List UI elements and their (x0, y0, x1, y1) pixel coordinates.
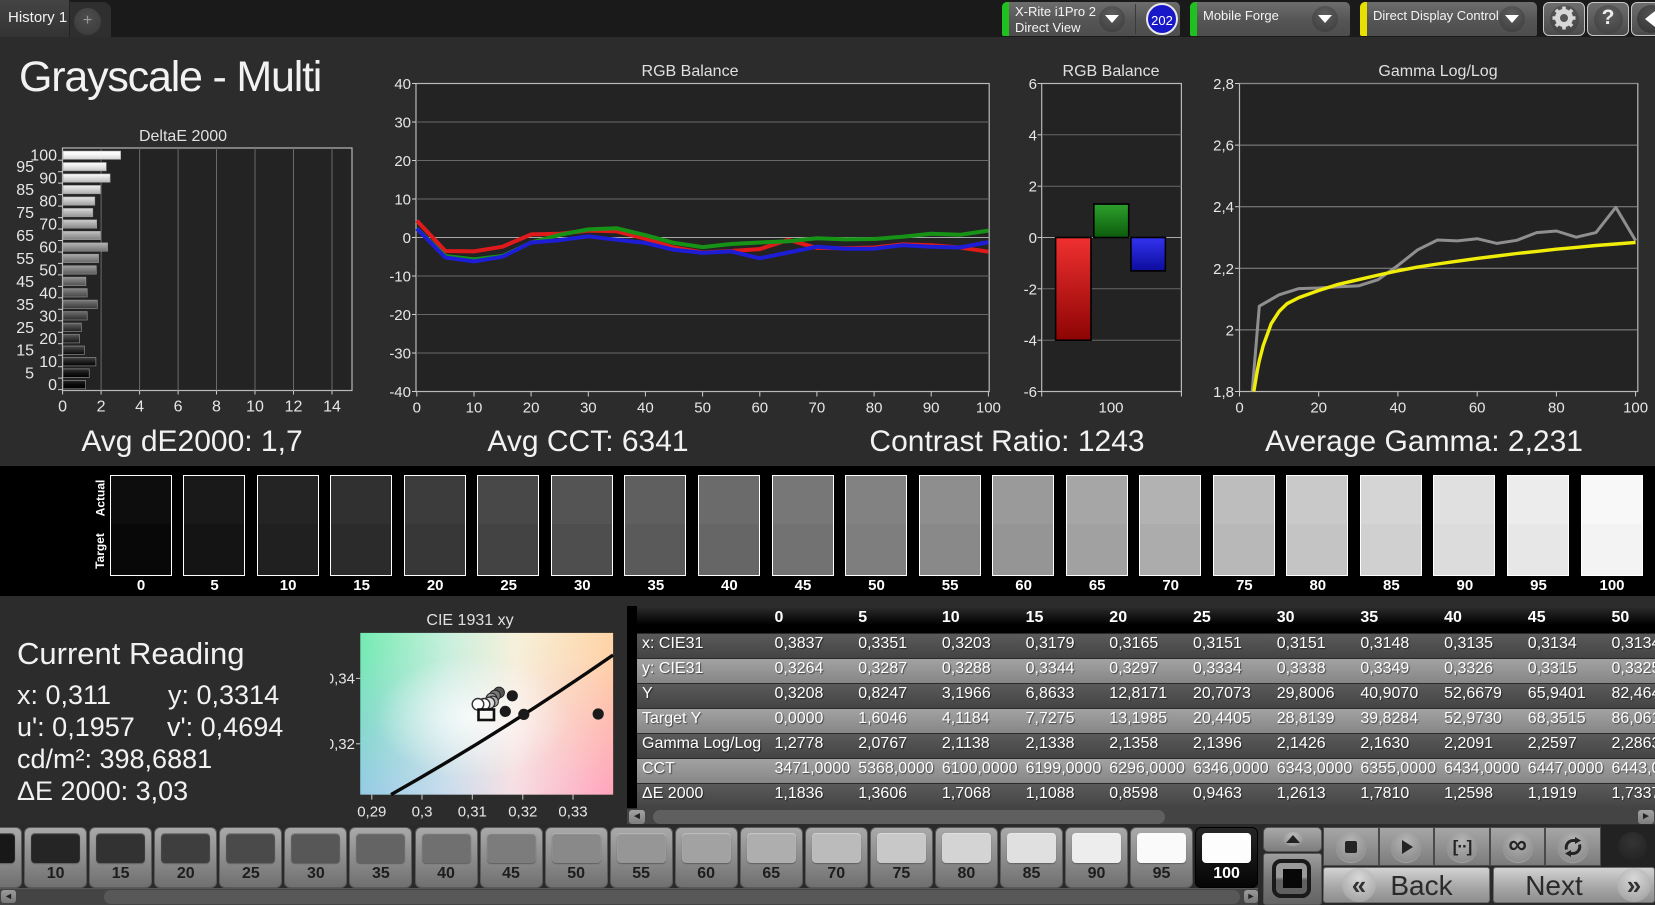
svg-text:10: 10 (394, 192, 411, 209)
svg-text:0: 0 (58, 399, 67, 416)
svg-text:60: 60 (751, 400, 768, 417)
svg-text:10: 10 (39, 354, 57, 371)
svg-text:-10: -10 (389, 269, 411, 286)
svg-text:80: 80 (39, 194, 57, 211)
svg-text:40: 40 (394, 76, 411, 93)
svg-text:20: 20 (39, 331, 57, 348)
svg-text:0,33: 0,33 (558, 804, 587, 821)
svg-text:70: 70 (809, 400, 826, 417)
svg-text:20: 20 (523, 400, 540, 417)
svg-text:40: 40 (1390, 400, 1407, 417)
svg-text:0,3: 0,3 (412, 804, 433, 821)
svg-text:2,8: 2,8 (1213, 76, 1234, 93)
svg-text:50: 50 (694, 400, 711, 417)
svg-text:6: 6 (174, 399, 183, 416)
svg-text:5: 5 (25, 366, 34, 383)
svg-text:4: 4 (135, 399, 144, 416)
svg-text:12: 12 (285, 399, 303, 416)
svg-text:30: 30 (394, 115, 411, 132)
svg-text:-40: -40 (389, 384, 411, 401)
svg-text:10: 10 (466, 400, 483, 417)
svg-text:60: 60 (1469, 400, 1486, 417)
svg-text:2: 2 (1029, 179, 1037, 196)
svg-text:DeltaE 2000: DeltaE 2000 (139, 128, 227, 145)
svg-text:90: 90 (39, 171, 57, 188)
svg-text:6: 6 (1029, 76, 1037, 93)
svg-text:0,29: 0,29 (357, 804, 386, 821)
svg-text:100: 100 (30, 148, 57, 165)
svg-text:CIE 1931 xy: CIE 1931 xy (426, 612, 513, 629)
svg-text:65: 65 (16, 228, 34, 245)
svg-text:RGB Balance: RGB Balance (1063, 63, 1160, 80)
svg-text:80: 80 (866, 400, 883, 417)
svg-text:2: 2 (1226, 322, 1234, 339)
svg-text:0: 0 (413, 400, 421, 417)
svg-text:2,4: 2,4 (1213, 199, 1234, 216)
svg-text:14: 14 (323, 399, 341, 416)
svg-text:0: 0 (1235, 400, 1243, 417)
svg-text:-20: -20 (389, 307, 411, 324)
svg-text:35: 35 (16, 297, 34, 314)
svg-text:100: 100 (1623, 400, 1648, 417)
svg-text:60: 60 (39, 240, 57, 257)
svg-text:RGB Balance: RGB Balance (642, 63, 739, 80)
svg-text:70: 70 (39, 217, 57, 234)
svg-text:90: 90 (923, 400, 940, 417)
svg-text:-2: -2 (1024, 281, 1037, 298)
svg-text:Gamma Log/Log: Gamma Log/Log (1378, 63, 1497, 80)
svg-text:2,2: 2,2 (1213, 261, 1234, 278)
svg-text:2: 2 (97, 399, 106, 416)
svg-text:10: 10 (246, 399, 264, 416)
svg-text:8: 8 (212, 399, 221, 416)
svg-text:40: 40 (39, 285, 57, 302)
svg-text:80: 80 (1548, 400, 1565, 417)
svg-text:1,8: 1,8 (1213, 384, 1234, 401)
svg-text:0: 0 (1029, 230, 1037, 247)
svg-text:25: 25 (16, 320, 34, 337)
svg-text:-30: -30 (389, 346, 411, 363)
svg-text:100: 100 (1098, 400, 1123, 417)
svg-text:40: 40 (637, 400, 654, 417)
svg-text:30: 30 (39, 308, 57, 325)
svg-text:0: 0 (403, 230, 411, 247)
svg-text:30: 30 (580, 400, 597, 417)
svg-text:0,34: 0,34 (330, 670, 355, 687)
svg-text:100: 100 (976, 400, 1001, 417)
svg-text:85: 85 (16, 182, 34, 199)
svg-text:75: 75 (16, 205, 34, 222)
svg-text:0,32: 0,32 (508, 804, 537, 821)
svg-text:2,6: 2,6 (1213, 138, 1234, 155)
svg-text:15: 15 (16, 343, 34, 360)
svg-text:55: 55 (16, 251, 34, 268)
svg-text:-6: -6 (1024, 384, 1037, 401)
svg-text:50: 50 (39, 262, 57, 279)
svg-text:0,32: 0,32 (330, 736, 355, 753)
svg-text:0,31: 0,31 (458, 804, 487, 821)
svg-text:20: 20 (394, 153, 411, 170)
svg-text:45: 45 (16, 274, 34, 291)
svg-text:4: 4 (1029, 127, 1037, 144)
svg-text:20: 20 (1310, 400, 1327, 417)
svg-text:-4: -4 (1024, 333, 1037, 350)
svg-text:0: 0 (48, 377, 57, 394)
